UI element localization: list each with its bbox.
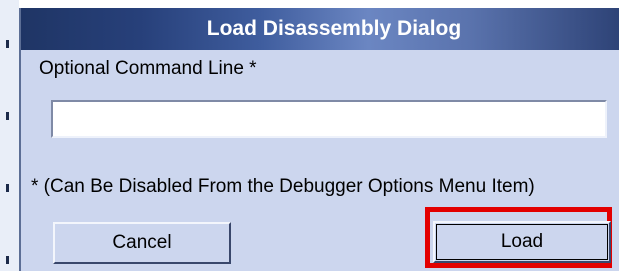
command-line-label: Optional Command Line *	[39, 58, 257, 79]
dialog-title: Load Disassembly Dialog	[206, 17, 462, 40]
load-button-focus-border	[436, 224, 608, 260]
cancel-button[interactable]: Cancel	[53, 222, 231, 264]
disable-note: * (Can Be Disabled From the Debugger Opt…	[31, 176, 535, 197]
command-line-input[interactable]	[51, 100, 607, 138]
load-disassembly-dialog: Load Disassembly Dialog Optional Command…	[19, 8, 619, 271]
dialog-titlebar[interactable]: Load Disassembly Dialog	[21, 8, 619, 50]
background-window-edge	[0, 0, 19, 271]
load-button[interactable]: Load	[433, 221, 611, 263]
background-window-marks	[6, 0, 9, 271]
